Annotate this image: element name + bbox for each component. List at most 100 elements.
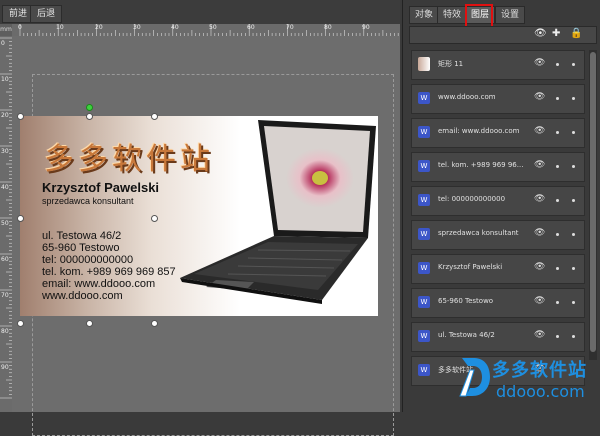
eye-icon[interactable]: 👁 xyxy=(534,126,545,136)
resize-handle[interactable] xyxy=(151,215,158,222)
card-www-text[interactable]: www.ddooo.com xyxy=(42,290,123,303)
lock-toggle[interactable] xyxy=(556,267,559,270)
scrollbar-thumb[interactable] xyxy=(590,52,596,352)
h-tick-label: 30 xyxy=(133,24,141,31)
layer-name: email: www.ddooo.com xyxy=(438,127,520,135)
card-role-text[interactable]: sprzedawca konsultant xyxy=(42,196,134,206)
print-toggle[interactable] xyxy=(572,335,575,338)
resize-handle[interactable] xyxy=(86,113,93,120)
lock-toggle[interactable] xyxy=(556,165,559,168)
text-icon: W xyxy=(418,160,430,172)
resize-handle[interactable] xyxy=(17,113,24,120)
text-icon: W xyxy=(418,126,430,138)
resize-handle[interactable] xyxy=(151,113,158,120)
ruler-unit: mm xyxy=(0,24,12,36)
lock-icon[interactable]: 🔒 xyxy=(570,28,582,39)
print-toggle[interactable] xyxy=(572,97,575,100)
text-icon: W xyxy=(418,364,430,376)
layer-name: ul. Testowa 46/2 xyxy=(438,331,495,339)
text-icon: W xyxy=(418,262,430,274)
layer-item[interactable]: W Krzysztof Pawelski 👁 xyxy=(411,254,585,284)
v-tick-label: 70 xyxy=(1,292,9,299)
print-toggle[interactable] xyxy=(572,131,575,134)
lock-toggle[interactable] xyxy=(556,233,559,236)
layer-item[interactable]: W tel: 000000000000 👁 xyxy=(411,186,585,216)
v-tick-label: 0 xyxy=(1,40,5,47)
text-icon: W xyxy=(418,92,430,104)
h-tick-label: 90 xyxy=(362,24,370,31)
ddooo-logo-icon xyxy=(459,358,490,397)
print-toggle[interactable] xyxy=(572,233,575,236)
eye-icon[interactable]: 👁 xyxy=(534,194,545,204)
print-toggle[interactable] xyxy=(572,165,575,168)
layer-item[interactable]: W 65-960 Testowo 👁 xyxy=(411,288,585,318)
layer-item[interactable]: W sprzedawca konsultant 👁 xyxy=(411,220,585,250)
horizontal-ruler[interactable]: 0 10 20 30 40 50 60 70 80 90 xyxy=(12,24,400,36)
print-toggle[interactable] xyxy=(572,199,575,202)
layer-name: 65-960 Testowo xyxy=(438,297,494,305)
layer-toolbar: 👁 ✚ 🔒 xyxy=(409,26,597,44)
lock-toggle[interactable] xyxy=(556,335,559,338)
v-tick-label: 90 xyxy=(1,364,9,371)
layer-item[interactable]: W ul. Testowa 46/2 👁 xyxy=(411,322,585,352)
layer-name: tel: 000000000000 xyxy=(438,195,506,203)
v-tick-label: 60 xyxy=(1,256,9,263)
print-toggle[interactable] xyxy=(572,63,575,66)
add-layer-icon[interactable]: ✚ xyxy=(552,28,560,39)
v-tick-label: 40 xyxy=(1,184,9,191)
lock-toggle[interactable] xyxy=(556,97,559,100)
v-tick-label: 50 xyxy=(1,220,9,227)
resize-handle[interactable] xyxy=(86,320,93,327)
eye-icon[interactable]: 👁 xyxy=(534,92,545,102)
layer-item[interactable]: W email: www.ddooo.com 👁 xyxy=(411,118,585,148)
lock-toggle[interactable] xyxy=(556,301,559,304)
v-tick-label: 10 xyxy=(1,76,9,83)
layer-scrollbar[interactable] xyxy=(589,50,597,360)
eye-icon[interactable]: 👁 xyxy=(534,228,545,238)
panel-tabs: 对象 特效 图层 设置 xyxy=(403,6,600,24)
text-icon: W xyxy=(418,194,430,206)
forward-button[interactable]: 后退 xyxy=(30,5,63,23)
lock-toggle[interactable] xyxy=(556,199,559,202)
editor-area: 前进 后退 mm 0 10 20 30 40 50 60 70 80 90 0 … xyxy=(0,0,400,436)
vertical-ruler[interactable]: 0 10 20 30 40 50 60 70 80 90 xyxy=(0,36,12,412)
h-tick-label: 50 xyxy=(209,24,217,31)
h-tick-label: 40 xyxy=(171,24,179,31)
laptop-image[interactable] xyxy=(172,118,378,308)
rotate-handle[interactable] xyxy=(86,104,93,111)
v-tick-label: 20 xyxy=(1,112,9,119)
eye-icon[interactable]: 👁 xyxy=(534,330,545,340)
layer-name: tel. kom. +989 969 96... xyxy=(438,161,524,169)
tab-objects[interactable]: 对象 xyxy=(409,6,439,24)
text-icon: W xyxy=(418,228,430,240)
eye-icon[interactable]: 👁 xyxy=(534,160,545,170)
v-tick-label: 30 xyxy=(1,148,9,155)
top-toolbar: 前进 后退 xyxy=(0,0,400,25)
resize-handle[interactable] xyxy=(17,215,24,222)
eye-icon[interactable]: 👁 xyxy=(534,28,547,39)
eye-icon[interactable]: 👁 xyxy=(534,296,545,306)
resize-handle[interactable] xyxy=(17,320,24,327)
print-toggle[interactable] xyxy=(572,301,575,304)
h-tick-label: 20 xyxy=(95,24,103,31)
text-icon: W xyxy=(418,296,430,308)
eye-icon[interactable]: 👁 xyxy=(534,58,545,68)
card-name-text[interactable]: Krzysztof Pawelski xyxy=(42,180,159,195)
h-tick-label: 70 xyxy=(286,24,294,31)
print-toggle[interactable] xyxy=(572,267,575,270)
layer-item[interactable]: 矩形 11 👁 xyxy=(411,50,585,80)
rectangle-icon xyxy=(418,57,430,71)
layer-item[interactable]: W www.ddooo.com 👁 xyxy=(411,84,585,114)
resize-handle[interactable] xyxy=(151,320,158,327)
business-card[interactable]: 多多软件站 Krzysztof Pawelski sprzedawca kons… xyxy=(20,116,378,316)
tab-settings[interactable]: 设置 xyxy=(495,6,525,24)
lock-toggle[interactable] xyxy=(556,63,559,66)
lock-toggle[interactable] xyxy=(556,131,559,134)
layer-item[interactable]: W tel. kom. +989 969 96... 👁 xyxy=(411,152,585,182)
eye-icon[interactable]: 👁 xyxy=(534,262,545,272)
watermark-url: ddooo.com xyxy=(496,382,585,401)
h-tick-label: 10 xyxy=(56,24,64,31)
layer-name: www.ddooo.com xyxy=(438,93,496,101)
h-ruler-ticks xyxy=(19,24,399,36)
tab-effects[interactable]: 特效 xyxy=(437,6,467,24)
